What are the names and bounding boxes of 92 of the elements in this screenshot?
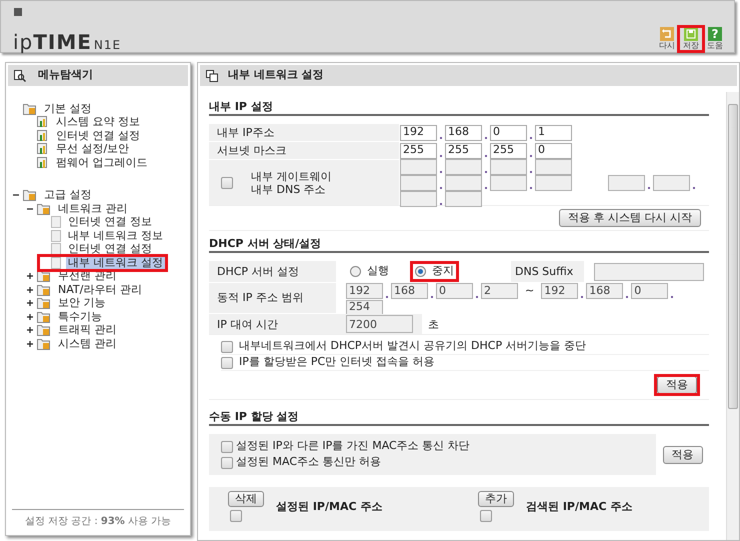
expand-icon[interactable] <box>27 273 33 280</box>
field-label: DHCP 서버 설정 <box>209 261 336 282</box>
checkbox-label: IP를 할당받은 PC만 인터넷 접속을 허용 <box>239 354 435 370</box>
page-icon <box>51 243 61 256</box>
folder-icon <box>37 270 51 282</box>
app-icon <box>37 116 49 128</box>
option-label: 중지 <box>432 263 454 280</box>
tree-item[interactable]: 내부 네트워크 정보 <box>66 228 165 244</box>
window-icon <box>14 8 22 16</box>
storage-status: 설정 저장 공간 : 93% 사용 가능 <box>12 509 184 529</box>
page-icon <box>51 216 61 228</box>
folder-icon <box>37 324 51 336</box>
field-label: DNS Suffix <box>511 261 584 282</box>
app-icon <box>37 156 49 169</box>
tree-item[interactable]: 특수기능 <box>56 308 104 325</box>
folder-icon <box>37 284 51 296</box>
section-title: 내부 IP 설정 <box>209 100 709 116</box>
column-title: 검색된 IP/MAC 주소 <box>526 499 632 515</box>
collapse-icon[interactable] <box>27 206 33 212</box>
page-icon <box>51 256 61 269</box>
tree-item[interactable]: 인터넷 연결 설정 <box>54 128 142 144</box>
field-label: 서브넷 마스크 <box>209 142 399 159</box>
tree-item[interactable]: 인터넷 연결 설정 <box>66 241 154 258</box>
folder-icon <box>37 338 51 350</box>
window-icon <box>206 70 218 82</box>
tree-item[interactable]: 시스템 관리 <box>56 336 118 352</box>
tree-item[interactable]: 시스템 요약 정보 <box>54 114 142 130</box>
scrollbar[interactable] <box>726 92 739 540</box>
column-title: 설정된 IP/MAC 주소 <box>276 499 382 515</box>
ip-octet-field[interactable]: 1 <box>535 124 572 140</box>
help-icon: ? <box>708 27 722 41</box>
folder-icon <box>37 202 51 215</box>
panel-title: 내부 네트워크 설정 <box>228 67 324 84</box>
field-label: 내부 IP주소 <box>209 124 399 141</box>
panel-title: 메뉴탐색기 <box>38 67 93 84</box>
checkbox-label: 내부네트워크에서 DHCP서버 발견시 공유기의 DHCP 서버기능을 중단 <box>239 338 586 354</box>
ip-octet-field[interactable]: 255 <box>445 142 482 158</box>
expand-icon[interactable] <box>27 314 33 320</box>
ip-octet-field[interactable]: 0 <box>490 124 527 140</box>
tree-item[interactable]: 기본 설정 <box>42 100 94 117</box>
checkbox-label: 설정된 IP와 다른 IP를 가진 MAC주소 통신 차단 <box>236 438 470 454</box>
toolbar-button[interactable]: 저장 <box>680 27 702 51</box>
range-separator: ~ <box>525 283 534 299</box>
expand-icon[interactable] <box>27 286 33 293</box>
page-icon <box>51 230 61 242</box>
button[interactable]: 추가 <box>478 491 514 507</box>
ip-octet-field[interactable]: 255 <box>400 142 437 158</box>
ip-octet-field[interactable]: 168 <box>445 124 482 140</box>
folder-icon <box>37 310 51 323</box>
model-name: N1E <box>94 37 122 54</box>
ip-octet-field[interactable]: 0 <box>535 142 572 158</box>
undo-icon <box>660 27 674 41</box>
floppy-disk-icon <box>684 27 698 41</box>
tree-item[interactable]: 트래픽 관리 <box>56 322 118 338</box>
expand-icon[interactable] <box>27 327 33 334</box>
checkbox[interactable] <box>480 510 492 522</box>
button[interactable]: 삭제 <box>228 491 264 507</box>
checkbox[interactable] <box>221 456 233 468</box>
field-label: 동적 IP 주소 범위 <box>209 283 336 313</box>
section-title: 수동 IP 할당 설정 <box>209 410 709 426</box>
folder-icon <box>23 102 37 115</box>
checkbox[interactable] <box>230 510 242 522</box>
collapse-icon[interactable] <box>13 192 19 198</box>
field-label: IP 대여 시간 <box>209 314 336 334</box>
option-label: 실행 <box>367 263 389 280</box>
toolbar-button[interactable]: ? 도움 <box>704 27 726 51</box>
field-label: 내부 DNS 주소 <box>251 182 327 196</box>
tree-item[interactable]: 펌웨어 업그레이드 <box>54 154 150 171</box>
tree-item[interactable]: 고급 설정 <box>42 187 94 204</box>
folder-icon <box>23 189 37 202</box>
button[interactable]: 적용 후 시스템 다시 시작 <box>559 209 701 227</box>
ip-octet-field[interactable]: 255 <box>490 142 527 158</box>
tree-item[interactable]: 무선 설정/보안 <box>54 141 132 158</box>
button[interactable]: 적용 <box>662 446 702 464</box>
expand-icon[interactable] <box>27 340 33 347</box>
field-label: 내부 게이트웨이 <box>251 170 332 182</box>
tree-item[interactable]: 인터넷 연결 정보 <box>66 214 154 230</box>
expand-icon[interactable] <box>27 300 33 306</box>
tree-item[interactable]: NAT/라우터 관리 <box>56 282 144 298</box>
toolbar-button[interactable]: 다시 <box>656 27 678 51</box>
logo: ipTIME <box>13 29 92 56</box>
checkbox[interactable] <box>221 440 233 452</box>
tree-item[interactable]: 네트워크 관리 <box>56 200 130 217</box>
tree-item[interactable]: 보안 기능 <box>56 295 108 312</box>
unit-label: 초 <box>428 317 439 333</box>
app-icon <box>37 130 49 142</box>
ip-octet-field[interactable]: 192 <box>400 124 437 140</box>
section-title: DHCP 서버 상태/설정 <box>209 237 709 253</box>
folder-icon <box>37 297 51 310</box>
search-icon <box>14 70 26 82</box>
app-icon <box>37 143 49 156</box>
checkbox-label: 설정된 MAC주소 통신만 허용 <box>236 454 381 470</box>
